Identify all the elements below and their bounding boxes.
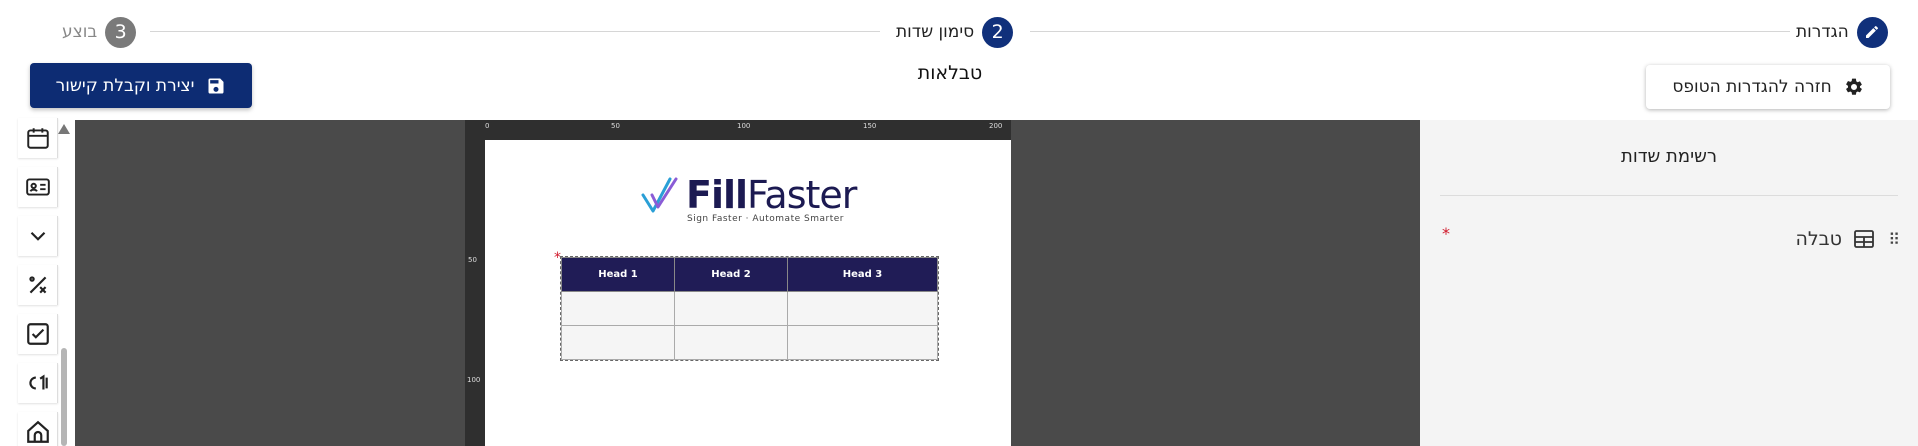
logo-wordmark: FillFaster <box>686 173 857 217</box>
step-done-circle: 3 <box>105 16 137 48</box>
ruler-tick-label: 50 <box>468 256 477 264</box>
tool-number[interactable] <box>18 363 58 403</box>
ruler-tick-label: 0 <box>485 122 490 130</box>
fields-panel-title: רשימת שדות <box>1620 146 1718 167</box>
checkbox-icon <box>26 323 49 345</box>
table-header-cell: Head 3 <box>787 257 938 292</box>
create-link-button[interactable]: יצירת וקבלת קישור <box>30 63 252 108</box>
drag-handle-icon[interactable]: ⠿ <box>1886 230 1900 249</box>
table-cell[interactable] <box>674 325 788 360</box>
tool-home[interactable] <box>18 412 58 446</box>
percent-icon <box>28 276 46 294</box>
ruler-top: 0 50 100 150 200 <box>465 120 1011 140</box>
ruler-tick-label: 200 <box>989 122 1003 130</box>
fields-panel-divider <box>1440 195 1898 196</box>
chevron-down-icon <box>30 231 45 241</box>
step-done-label: בוצע <box>62 22 98 42</box>
stepper-connector <box>1030 31 1790 32</box>
tool-checkbox[interactable] <box>18 314 58 354</box>
fillfaster-logo: FillFaster Sign Faster · Automate Smarte… <box>640 173 857 227</box>
table-header-cell: Head 1 <box>561 257 675 292</box>
step-settings-circle <box>1856 16 1888 48</box>
fields-panel <box>1420 120 1918 446</box>
field-list-item-label: טבלה <box>1795 228 1842 250</box>
logo-tagline: Sign Faster · Automate Smarter <box>687 214 844 224</box>
step-field-marking[interactable]: 2 סימון שדות <box>896 16 1014 48</box>
calendar-icon <box>26 128 49 149</box>
number-field-icon <box>28 374 48 390</box>
create-link-button-label: יצירת וקבלת קישור <box>55 75 195 96</box>
document-table[interactable]: Head 1 Head 2 Head 3 <box>561 257 938 360</box>
step-field-marking-label: סימון שדות <box>896 22 975 42</box>
field-list-item-table[interactable]: ⠿ טבלה <box>1440 222 1900 256</box>
table-cell[interactable] <box>561 291 675 326</box>
tool-id[interactable] <box>18 167 58 207</box>
table-header-row: Head 1 Head 2 Head 3 <box>561 257 938 292</box>
step-settings-label: הגדרות <box>1796 22 1849 42</box>
table-cell[interactable] <box>787 291 938 326</box>
toolbar-scroll-up-arrow[interactable] <box>58 124 70 134</box>
step-field-marking-circle: 2 <box>982 16 1014 48</box>
table-icon <box>1854 230 1874 248</box>
pencil-icon <box>1866 25 1879 38</box>
ruler-left: 50 100 <box>465 140 485 446</box>
app-root: הגדרות 2 סימון שדות 3 בוצע יצירת וקבלת ק… <box>0 0 1918 446</box>
ruler-tick-label: 100 <box>737 122 751 130</box>
checkmark-logo-icon <box>641 177 678 213</box>
stepper: הגדרות 2 סימון שדות 3 בוצע <box>0 12 1918 52</box>
field-required-mark: * <box>1442 224 1450 243</box>
field-toolbar <box>18 118 58 446</box>
table-cell[interactable] <box>674 291 788 326</box>
id-card-icon <box>25 178 50 196</box>
tool-percent[interactable] <box>18 265 58 305</box>
tool-dropdown[interactable] <box>18 216 58 256</box>
page-title: טבלאות <box>917 62 983 84</box>
tool-date[interactable] <box>18 118 58 158</box>
table-required-mark: * <box>554 250 561 266</box>
table-header-cell: Head 2 <box>674 257 788 292</box>
ruler-tick-label: 50 <box>611 122 620 130</box>
save-icon <box>208 78 224 93</box>
step-done[interactable]: 3 בוצע <box>62 16 137 48</box>
stepper-connector <box>150 31 880 32</box>
table-row <box>561 291 938 326</box>
back-to-form-settings-label: חזרה להגדרות הטופס <box>1672 77 1832 97</box>
table-cell[interactable] <box>787 325 938 360</box>
toolbar-scrollbar-thumb[interactable] <box>61 348 67 446</box>
home-icon <box>26 420 49 443</box>
ruler-tick-label: 150 <box>863 122 877 130</box>
step-settings[interactable]: הגדרות <box>1796 16 1888 48</box>
table-cell[interactable] <box>561 325 675 360</box>
back-to-form-settings-button[interactable]: חזרה להגדרות הטופס <box>1646 65 1890 109</box>
gear-icon <box>1845 78 1862 95</box>
table-row <box>561 325 938 360</box>
ruler-tick-label: 100 <box>467 376 481 384</box>
